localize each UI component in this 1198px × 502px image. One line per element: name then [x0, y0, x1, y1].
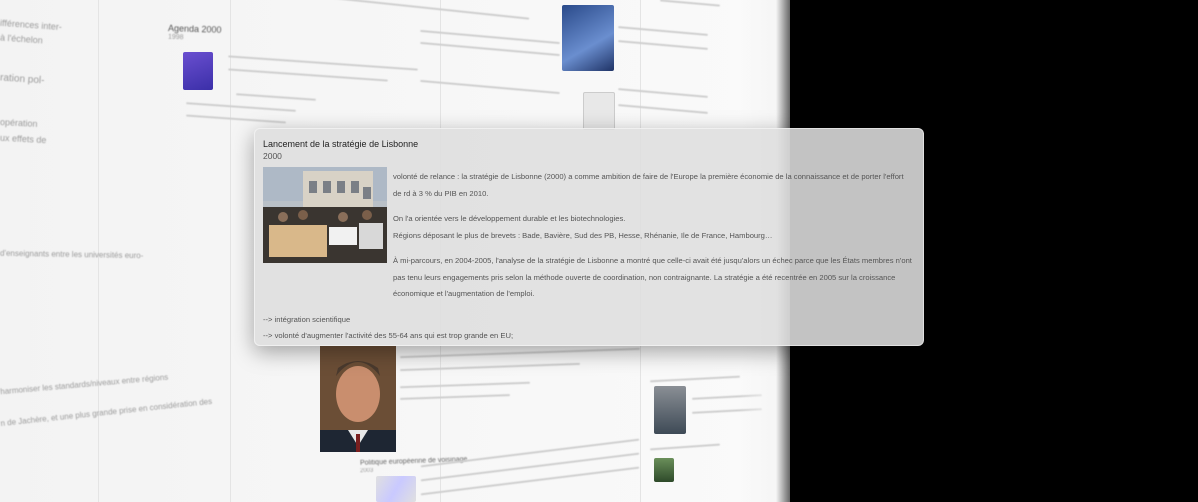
paragraph: On l'a orientée vers le développement du… — [393, 214, 626, 223]
divider — [230, 0, 231, 502]
fragment: n de Jachère, et une plus grande prise e… — [0, 396, 213, 429]
paragraph: --> intégration scientifique — [263, 314, 351, 324]
fragment: ifférences inter- — [0, 17, 63, 33]
entry-year: 1998 — [167, 33, 184, 42]
protest-photo[interactable] — [263, 167, 387, 263]
thumbnail[interactable] — [654, 458, 674, 482]
thumbnail[interactable] — [376, 476, 416, 502]
thumbnail[interactable] — [654, 386, 686, 434]
thumbnail[interactable] — [562, 5, 614, 71]
popup-body-bottom: À mi-parcours, en 2004-2005, l'analyse d… — [263, 253, 913, 345]
paragraph: --> volonté d'augmenter l'activité des 5… — [263, 331, 514, 340]
popup-title: Lancement de la stratégie de Lisbonne — [263, 139, 419, 149]
entry-year: 2003 — [359, 467, 374, 475]
portrait-photo[interactable] — [320, 346, 396, 452]
agenda-2000-logo[interactable] — [183, 52, 213, 90]
fragment: opération — [0, 117, 38, 129]
paragraph: Régions déposant le plus de brevets : Ba… — [393, 230, 773, 240]
fragment: d'enseignants entre les universités euro… — [0, 248, 144, 261]
fragment: ration pol- — [0, 72, 45, 87]
paragraph: À mi-parcours, en 2004-2005, l'analyse d… — [393, 256, 912, 298]
event-popup[interactable]: Lancement de la stratégie de Lisbonne 20… — [254, 128, 924, 346]
fragment: à l'échelon — [0, 32, 44, 46]
thumbnail[interactable] — [583, 92, 615, 130]
popup-year: 2000 — [263, 151, 282, 161]
paragraph: volonté de relance : la stratégie de Lis… — [393, 172, 904, 198]
timeline-viewport[interactable]: ifférences inter- à l'échelon ration pol… — [0, 0, 1198, 502]
fragment: harmoniser les standards/niveaux entre r… — [0, 372, 169, 397]
fragment: ux effets de — [0, 132, 47, 146]
popup-body-top: volonté de relance : la stratégie de Lis… — [393, 169, 913, 244]
